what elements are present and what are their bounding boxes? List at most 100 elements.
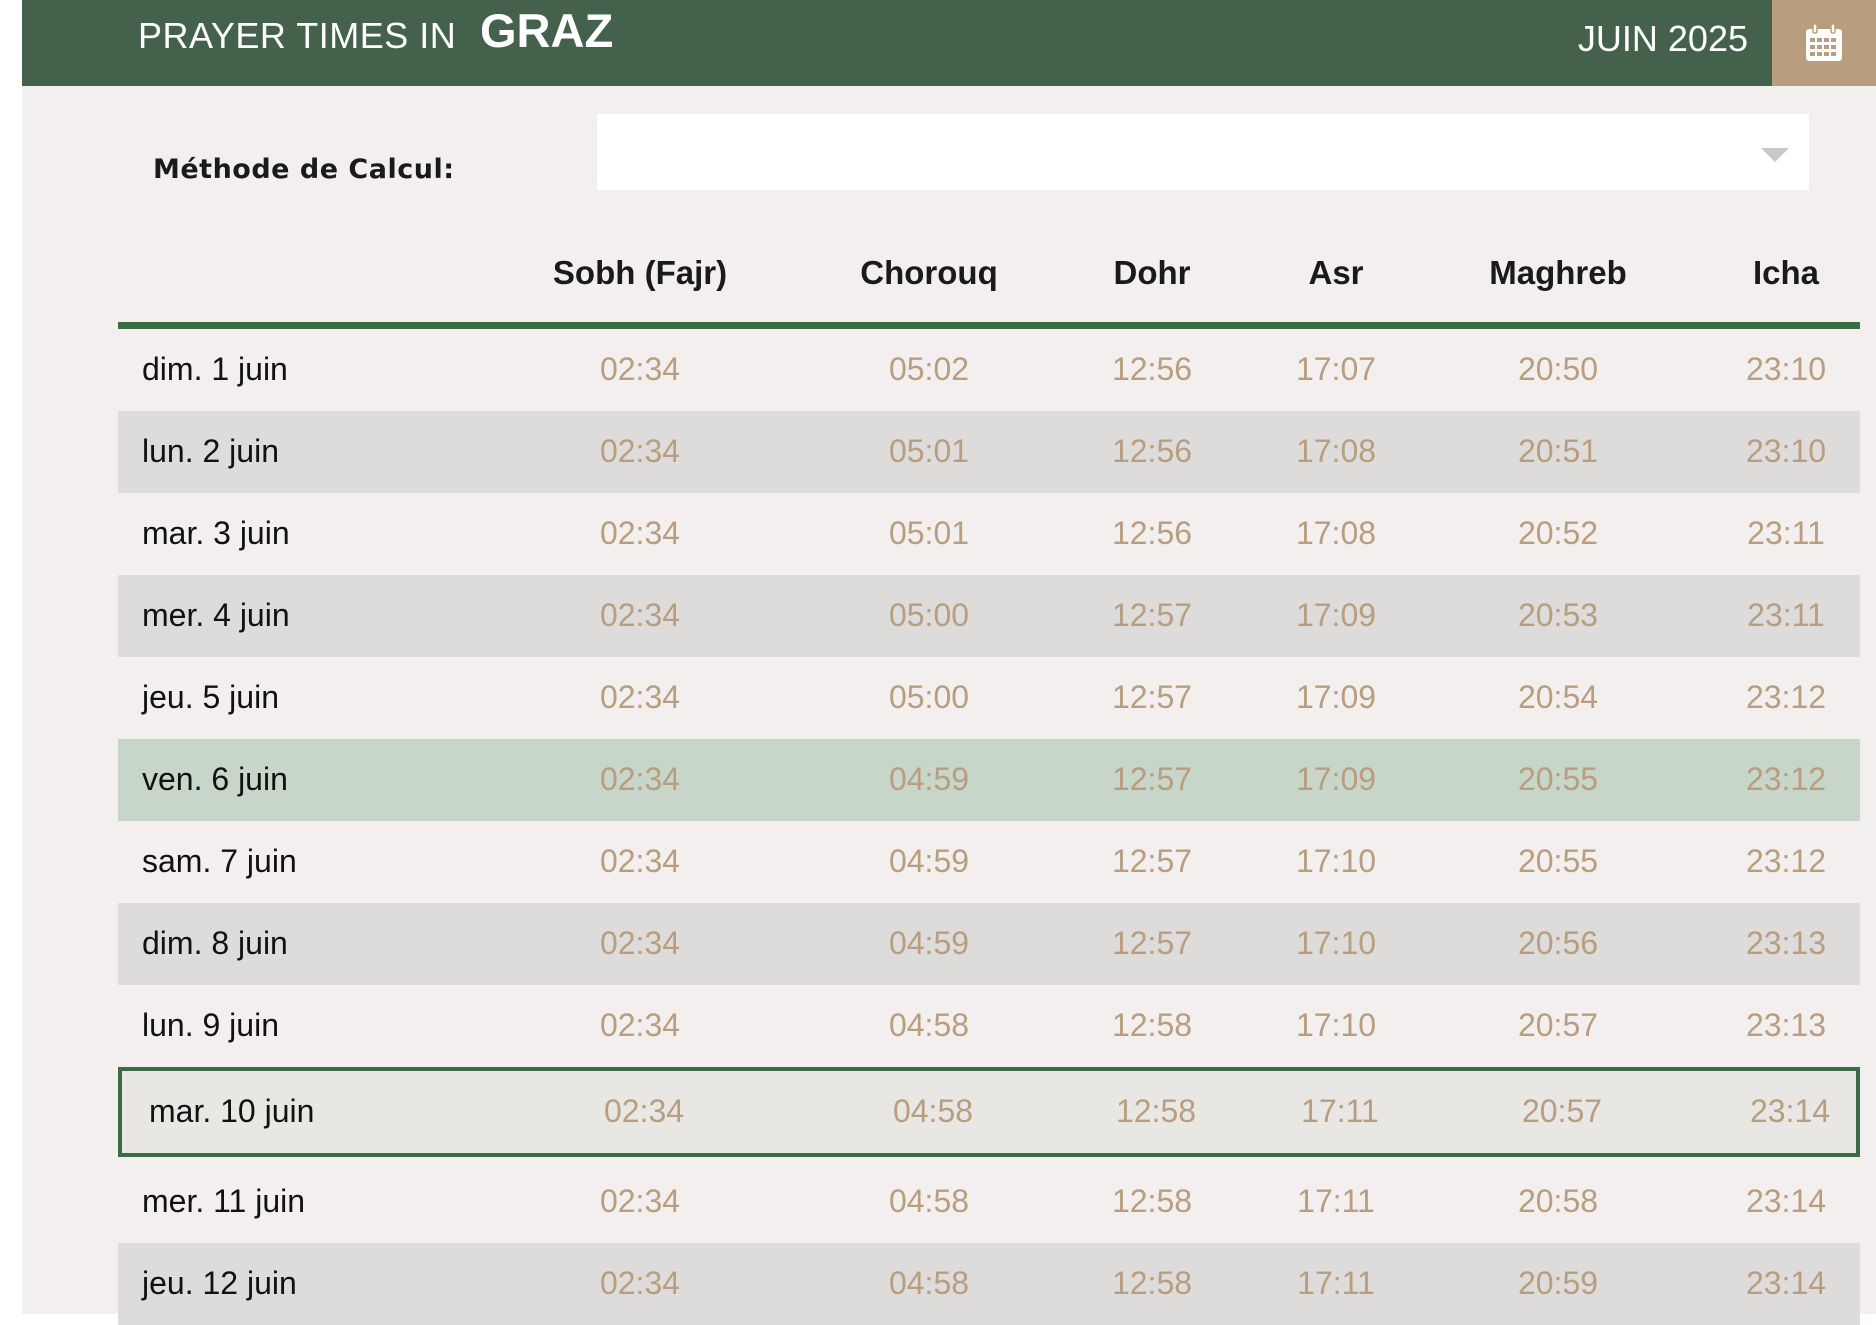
table-row: mer. 4 juin 02:34 05:00 12:57 17:09 20:53 23:1… (118, 575, 1860, 657)
chevron-down-icon (1761, 148, 1789, 162)
time-dohr: 12:58 (1111, 1183, 1193, 1219)
time-fajr: 02:34 (599, 925, 681, 961)
table-row: ven. 6 juin 02:34 04:59 12:57 17:09 20:55 23:1… (118, 739, 1860, 821)
header-month: JUIN 2025 (1577, 18, 1748, 59)
column-header-icha: Icha (1752, 254, 1820, 291)
time-dohr: 12:57 (1111, 925, 1193, 961)
table-row: mer. 11 juin 02:34 04:58 12:58 17:11 20:58 23:… (118, 1161, 1860, 1243)
time-dohr: 12:57 (1111, 679, 1193, 715)
time-asr: 17:09 (1295, 597, 1377, 633)
time-dohr: 12:58 (1111, 1007, 1193, 1043)
time-fajr: 02:34 (599, 597, 681, 633)
method-label: Méthode de Calcul: (153, 154, 455, 185)
table-row: mar. 3 juin 02:34 05:01 12:56 17:08 20:52 23:1… (118, 493, 1860, 575)
row-date: jeu. 5 juin (142, 679, 279, 715)
time-maghreb: 20:55 (1517, 761, 1599, 797)
row-date: lun. 9 juin (142, 1007, 279, 1043)
column-header-dohr: Dohr (1113, 254, 1191, 291)
time-maghreb: 20:57 (1517, 1007, 1599, 1043)
time-maghreb: 20:56 (1517, 925, 1599, 961)
prayer-times-page: PRAYER TIMES IN GRAZ JUIN 2025 Méthode d… (22, 0, 1876, 1325)
time-icha: 23:13 (1745, 925, 1827, 961)
time-chorouq: 05:00 (888, 679, 970, 715)
time-dohr: 12:56 (1111, 351, 1193, 387)
time-icha: 23:11 (1747, 597, 1825, 633)
time-maghreb: 20:57 (1521, 1093, 1603, 1129)
time-dohr: 12:57 (1111, 761, 1193, 797)
time-fajr: 02:34 (599, 1265, 681, 1301)
calculation-method-select[interactable] (597, 114, 1809, 190)
time-asr: 17:08 (1295, 515, 1377, 551)
time-asr: 17:08 (1295, 433, 1377, 469)
time-asr: 17:09 (1295, 679, 1377, 715)
time-icha: 23:10 (1745, 351, 1827, 387)
time-chorouq: 05:02 (888, 351, 970, 387)
table-row: lun. 2 juin 02:34 05:01 12:56 17:08 20:51 23:1… (118, 411, 1860, 493)
column-header-chorouq: Chorouq (860, 254, 998, 291)
time-maghreb: 20:52 (1517, 515, 1599, 551)
time-maghreb: 20:59 (1517, 1265, 1599, 1301)
time-icha: 23:14 (1745, 1183, 1827, 1219)
time-chorouq: 05:00 (888, 597, 970, 633)
time-chorouq: 04:58 (888, 1265, 970, 1301)
time-chorouq: 05:01 (888, 433, 970, 469)
time-dohr: 12:57 (1111, 597, 1193, 633)
row-date: lun. 2 juin (142, 433, 279, 469)
time-icha: 23:13 (1745, 1007, 1827, 1043)
time-asr: 17:09 (1295, 761, 1377, 797)
time-dohr: 12:56 (1111, 433, 1193, 469)
time-chorouq: 04:59 (888, 843, 970, 879)
calendar-button[interactable] (1772, 0, 1876, 86)
time-chorouq: 04:58 (888, 1183, 970, 1219)
time-asr: 17:11 (1301, 1093, 1379, 1129)
time-fajr: 02:34 (599, 351, 681, 387)
time-asr: 17:11 (1297, 1183, 1375, 1219)
time-chorouq: 04:59 (888, 925, 970, 961)
time-asr: 17:11 (1297, 1265, 1375, 1301)
time-chorouq: 05:01 (888, 515, 970, 551)
time-maghreb: 20:58 (1517, 1183, 1599, 1219)
time-dohr: 12:56 (1111, 515, 1193, 551)
time-asr: 17:10 (1295, 1007, 1377, 1043)
table-row: dim. 8 juin 02:34 04:59 12:57 17:10 20:56 23:1… (118, 903, 1860, 985)
time-fajr: 02:34 (599, 679, 681, 715)
table-row-today: mar. 10 juin 02:34 04:58 12:58 17:11 20:57 23:… (118, 1067, 1860, 1157)
time-icha: 23:10 (1745, 433, 1827, 469)
time-chorouq: 04:59 (888, 761, 970, 797)
time-icha: 23:12 (1745, 761, 1827, 797)
table-header: Sobh (Fajr) Chorouq Dohr Asr Maghreb Icha (118, 230, 1860, 329)
table-row: dim. 1 juin 02:34 05:02 12:56 17:07 20:50 23:1… (118, 329, 1860, 411)
time-fajr: 02:34 (599, 761, 681, 797)
time-icha: 23:14 (1749, 1093, 1831, 1129)
calendar-icon (1806, 23, 1842, 61)
time-dohr: 12:57 (1111, 843, 1193, 879)
time-maghreb: 20:50 (1517, 351, 1599, 387)
row-date: mar. 3 juin (142, 515, 290, 551)
row-date: ven. 6 juin (142, 761, 288, 797)
column-header-asr: Asr (1308, 254, 1364, 291)
time-icha: 23:12 (1745, 679, 1827, 715)
time-asr: 17:10 (1295, 925, 1377, 961)
row-date: mar. 10 juin (149, 1093, 315, 1129)
header-city: GRAZ (480, 4, 614, 57)
time-fajr: 02:34 (599, 1007, 681, 1043)
header-prefix: PRAYER TIMES IN (138, 15, 457, 56)
row-date: dim. 8 juin (142, 925, 288, 961)
time-dohr: 12:58 (1115, 1093, 1197, 1129)
time-dohr: 12:58 (1111, 1265, 1193, 1301)
time-icha: 23:14 (1745, 1265, 1827, 1301)
time-icha: 23:12 (1745, 843, 1827, 879)
table-row: lun. 9 juin 02:34 04:58 12:58 17:10 20:57 23:1… (118, 985, 1860, 1067)
time-icha: 23:11 (1747, 515, 1825, 551)
time-maghreb: 20:51 (1517, 433, 1599, 469)
table-row: jeu. 5 juin 02:34 05:00 12:57 17:09 20:54 23:1… (118, 657, 1860, 739)
time-chorouq: 04:58 (888, 1007, 970, 1043)
time-fajr: 02:34 (599, 1183, 681, 1219)
time-asr: 17:07 (1295, 351, 1377, 387)
header-bar: PRAYER TIMES IN GRAZ JUIN 2025 (22, 0, 1772, 86)
row-date: jeu. 12 juin (142, 1265, 297, 1301)
time-chorouq: 04:58 (892, 1093, 974, 1129)
column-header-fajr: Sobh (Fajr) (552, 254, 728, 291)
time-fajr: 02:34 (599, 515, 681, 551)
time-maghreb: 20:55 (1517, 843, 1599, 879)
